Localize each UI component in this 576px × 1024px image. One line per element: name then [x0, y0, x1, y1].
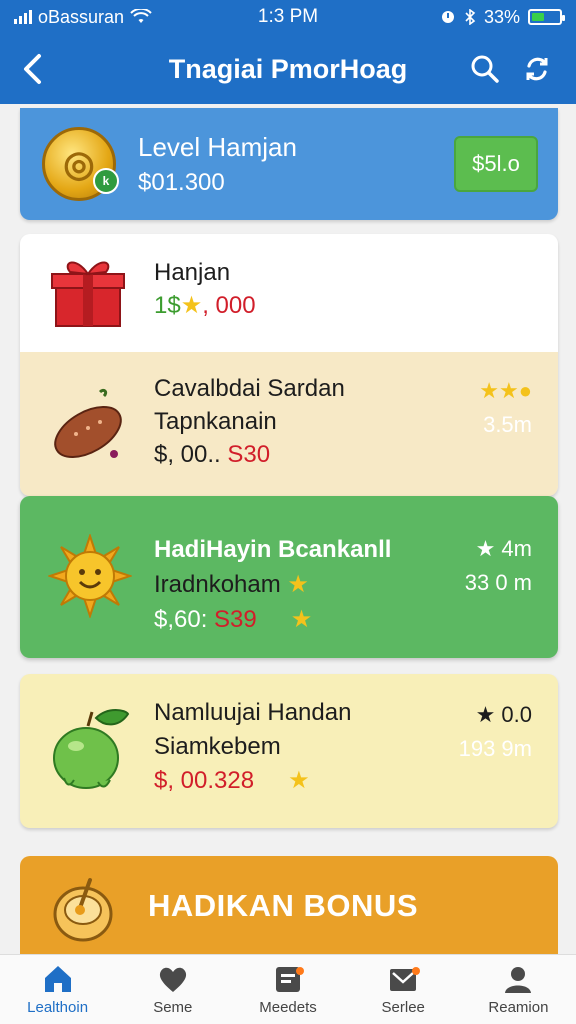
- item-title: Namluujai Handan: [154, 699, 352, 726]
- home-icon: [40, 963, 76, 995]
- list-item[interactable]: Hanjan 1$★, 000: [20, 234, 558, 352]
- level-card[interactable]: ◎ k Level Hamjan $01.300 $5l.o: [20, 108, 558, 220]
- featured-price-red: S39: [214, 606, 257, 633]
- featured-title: HadiHayin Bcankanll: [154, 536, 392, 563]
- coin-icon: ◎ k: [42, 127, 119, 201]
- refresh-icon[interactable]: [520, 52, 554, 86]
- item-title: Cavalbdai Sardan: [154, 375, 345, 402]
- featured-subtitle: Iradnkoham: [154, 571, 281, 598]
- item-title: Hanjan: [154, 259, 231, 286]
- reward-group: Hanjan 1$★, 000 Cavalbdai Sardan Tapnkan…: [20, 234, 558, 496]
- nav-label: Seme: [153, 999, 193, 1016]
- item-price-green: 1$: [154, 292, 181, 319]
- page-title: Tnagiai PmorHoag: [168, 53, 408, 84]
- list-item[interactable]: Namluujai Handan Siamkebem $, 00.328 ★ ★ …: [20, 674, 558, 828]
- status-bar: oBassuran 1:3 PM 33%: [0, 0, 576, 34]
- featured-price: $,60:: [154, 606, 215, 633]
- star-icon: ★: [288, 767, 310, 794]
- nav-home[interactable]: Lealthoin: [0, 955, 115, 1024]
- app-bar: Tnagiai PmorHoag: [0, 40, 576, 98]
- notification-dot: [411, 967, 420, 975]
- item-price: $, 00.328: [154, 767, 255, 794]
- nav-profile[interactable]: Reamion: [461, 955, 576, 1024]
- item-price: $, 00..: [154, 441, 228, 468]
- clock: 1:3 PM: [257, 6, 319, 27]
- gift-icon: [48, 252, 128, 332]
- user-icon: [500, 963, 536, 995]
- item-rating: ★★●: [479, 378, 532, 403]
- apple-icon: [46, 704, 130, 794]
- nav-label: Reamion: [488, 999, 549, 1016]
- nav-label: Meedets: [259, 999, 317, 1016]
- item-rating: ★ 0.0: [475, 702, 532, 727]
- level-title: Level Hamjan: [138, 131, 297, 162]
- item-price-red: , 000: [202, 292, 256, 319]
- list-item[interactable]: Cavalbdai Sardan Tapnkanain $, 00.. S30 …: [20, 352, 558, 496]
- back-icon[interactable]: [0, 40, 64, 98]
- star-icon: ★: [290, 606, 313, 633]
- star-icon: ★: [180, 292, 203, 319]
- nav-orders[interactable]: Meedets: [230, 955, 345, 1024]
- item-price-red: S30: [227, 441, 271, 468]
- star-icon: ★: [287, 571, 309, 598]
- bottom-nav: Lealthoin Seme Meedets Serlee Reamion: [0, 954, 576, 1024]
- bonus-title: HADIKAN BONUS: [148, 888, 418, 923]
- nav-favorites[interactable]: Seme: [115, 955, 230, 1024]
- top-bar: oBassuran 1:3 PM 33% Tnagiai PmorHoag: [0, 0, 576, 104]
- sweet-potato-icon: [48, 384, 128, 464]
- honey-pot-icon: [50, 874, 116, 944]
- item-subtitle: Tapnkanain: [154, 408, 277, 435]
- featured-card[interactable]: HadiHayin Bcankanll Iradnkoham ★ $,60: S…: [20, 496, 558, 658]
- heart-icon: [155, 963, 191, 995]
- featured-distance: 33 0 m: [464, 570, 532, 595]
- item-distance: 3.5m: [483, 412, 532, 437]
- nav-label: Lealthoin: [27, 999, 89, 1016]
- level-claim-button[interactable]: $5l.o: [454, 136, 538, 192]
- coin-badge: k: [93, 168, 119, 194]
- item-distance: 193 9m: [458, 736, 532, 761]
- search-icon[interactable]: [468, 52, 502, 86]
- bonus-banner[interactable]: HADIKAN BONUS: [20, 856, 558, 956]
- level-amount: $01.300: [138, 168, 225, 196]
- battery-icon: [528, 9, 565, 25]
- item-subtitle: Siamkebem: [154, 733, 281, 760]
- nav-services[interactable]: Serlee: [346, 955, 461, 1024]
- featured-rating: ★ 4m: [475, 536, 532, 561]
- nav-label: Serlee: [381, 999, 425, 1016]
- sun-icon: [46, 532, 134, 620]
